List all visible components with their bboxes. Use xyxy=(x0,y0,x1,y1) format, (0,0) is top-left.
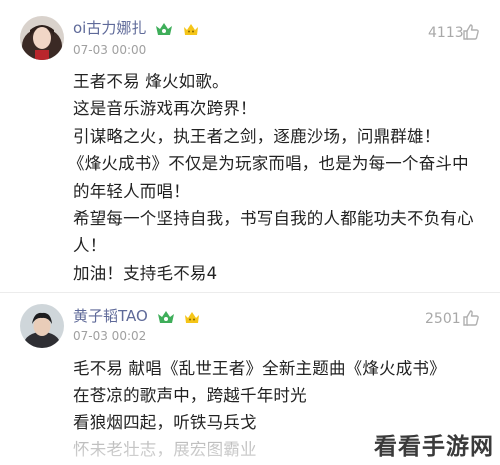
like-count: 2501 xyxy=(425,311,461,327)
avatar[interactable] xyxy=(20,304,64,348)
username[interactable]: 黄子韬TAO xyxy=(73,305,201,326)
comment-text-line: 毛不易 献唱《乱世王者》全新主题曲《烽火成书》 xyxy=(73,359,446,378)
comment-item: 黄子韬TAO 07-03 00:02 2501 毛不易 献唱《乱世王者》全新主题… xyxy=(0,0,500,465)
thumbs-up-icon[interactable] xyxy=(461,308,481,328)
comment-text-line: 看狼烟四起，听铁马兵戈 xyxy=(73,413,257,432)
username-label[interactable]: 黄子韬TAO xyxy=(73,307,148,325)
comment-timestamp: 07-03 00:02 xyxy=(73,329,147,343)
comment-text-line: 在苍凉的歌声中，跨越千年时光 xyxy=(73,386,307,405)
vip-crown-icon xyxy=(157,309,175,325)
watermark-logo: 看看手游网 xyxy=(374,434,494,460)
smile-badge-icon xyxy=(183,309,201,325)
comment-text-line: 怀未老壮志，展宏图霸业 xyxy=(73,440,257,459)
